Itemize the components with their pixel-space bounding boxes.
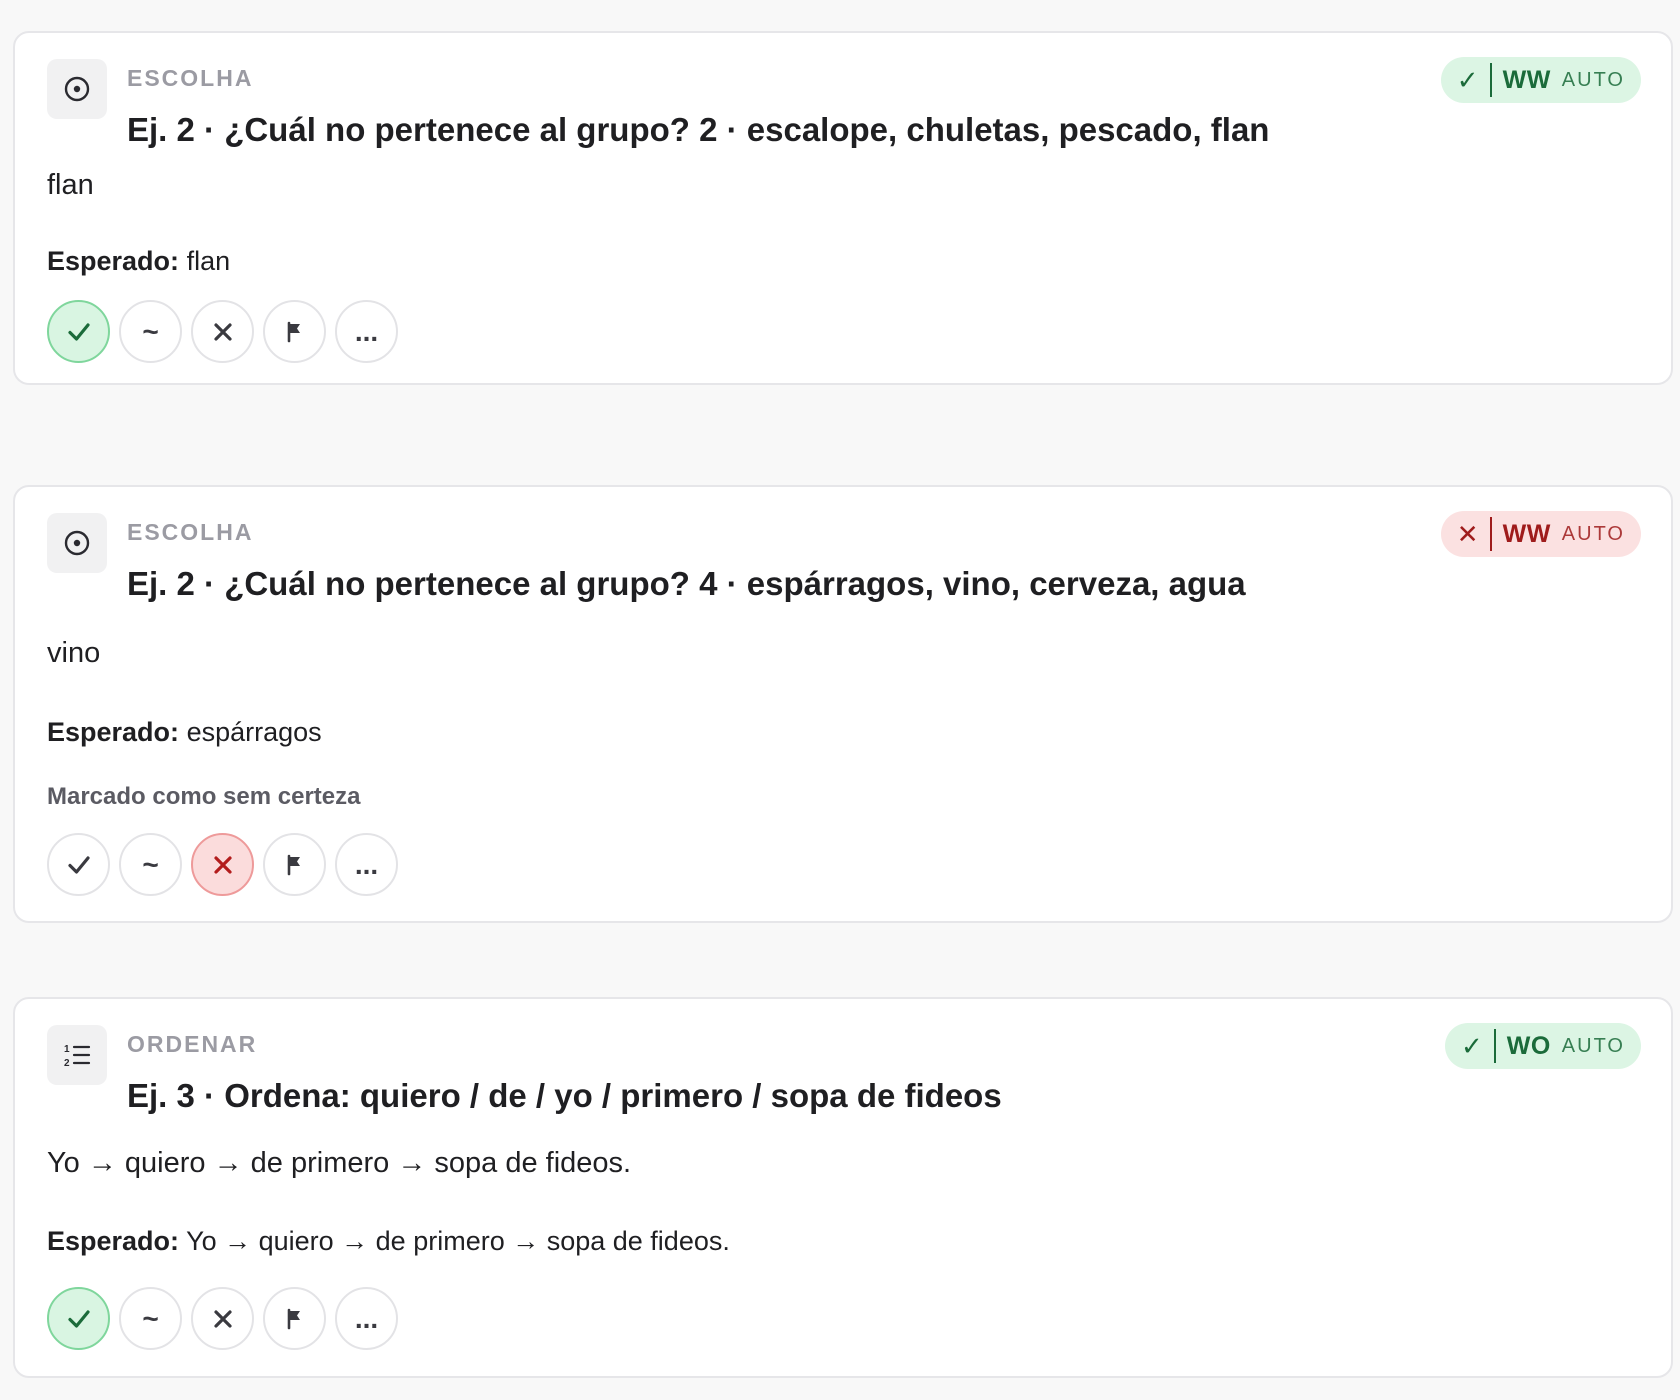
ellipsis-icon: ...	[354, 848, 379, 880]
badge-code: WW	[1502, 65, 1551, 94]
mark-partial-button[interactable]: ~	[119, 833, 182, 896]
more-options-button[interactable]: ...	[335, 833, 398, 896]
grading-actions: ~ ...	[47, 300, 398, 363]
badge-divider	[1489, 63, 1492, 97]
student-answer: flan	[47, 169, 94, 201]
ordered-list-icon: 1 2	[47, 1025, 107, 1085]
auto-grade-badge: ✓ WW AUTO	[1440, 57, 1641, 103]
question-card: ESCOLHA Ej. 2 · ¿Cuál no pertenece al gr…	[13, 485, 1673, 923]
expected-value: flan	[186, 246, 231, 276]
flag-button[interactable]	[263, 300, 326, 363]
question-title: Ej. 2 · ¿Cuál no pertenece al grupo? 2 ·…	[127, 111, 1270, 148]
tilde-icon: ~	[142, 848, 159, 880]
badge-auto-label: AUTO	[1561, 522, 1625, 545]
expected-value: espárragos	[186, 717, 322, 747]
mark-wrong-button[interactable]	[191, 833, 254, 896]
more-options-button[interactable]: ...	[335, 300, 398, 363]
badge-auto-label: AUTO	[1561, 1034, 1625, 1057]
mark-correct-button[interactable]	[47, 300, 110, 363]
question-title: Ej. 3 · Ordena: quiero / de / yo / prime…	[127, 1077, 1002, 1114]
expected-answer: Esperado: Yo → quiero → de primero → sop…	[47, 1226, 730, 1257]
check-icon	[67, 322, 90, 341]
mark-wrong-button[interactable]	[191, 300, 254, 363]
svg-text:2: 2	[64, 1058, 70, 1069]
expected-label: Esperado:	[47, 717, 180, 747]
mark-partial-button[interactable]: ~	[119, 300, 182, 363]
expected-label: Esperado:	[47, 246, 180, 276]
expected-answer: Esperado: espárragos	[47, 717, 322, 748]
mark-correct-button[interactable]	[47, 833, 110, 896]
check-icon: ✓	[1456, 64, 1479, 95]
close-icon	[213, 1309, 232, 1328]
grading-actions: ~ ...	[47, 833, 398, 896]
question-type-label: ESCOLHA	[127, 65, 254, 91]
auto-grade-badge: ✓ WO AUTO	[1444, 1023, 1641, 1069]
question-type-label: ORDENAR	[127, 1031, 258, 1057]
grading-actions: ~ ...	[47, 1287, 398, 1350]
mark-wrong-button[interactable]	[191, 1287, 254, 1350]
flag-icon	[287, 1308, 300, 1329]
question-type-label: ESCOLHA	[127, 519, 254, 545]
ellipsis-icon: ...	[354, 315, 379, 347]
close-icon	[213, 322, 232, 341]
uncertain-note: Marcado como sem certeza	[47, 783, 361, 810]
close-icon	[213, 855, 232, 874]
expected-value: Yo → quiero → de primero → sopa de fideo…	[186, 1226, 730, 1256]
flag-icon	[287, 321, 300, 342]
auto-grade-badge: ✕ WW AUTO	[1440, 511, 1641, 557]
close-icon: ✕	[1456, 518, 1479, 549]
flag-icon	[287, 854, 300, 875]
student-answer: vino	[47, 637, 101, 669]
tilde-icon: ~	[142, 315, 159, 347]
mark-correct-button[interactable]	[47, 1287, 110, 1350]
question-card: ESCOLHA Ej. 2 · ¿Cuál no pertenece al gr…	[13, 31, 1673, 385]
expected-answer: Esperado: flan	[47, 246, 230, 277]
check-icon: ✓	[1460, 1030, 1483, 1061]
flag-button[interactable]	[263, 1287, 326, 1350]
flag-button[interactable]	[263, 833, 326, 896]
radio-target-icon	[47, 513, 107, 573]
question-card: 1 2 ORDENAR Ej. 3 · Ordena: quiero / de …	[13, 997, 1673, 1378]
svg-text:1: 1	[64, 1044, 70, 1055]
more-options-button[interactable]: ...	[335, 1287, 398, 1350]
question-title: Ej. 2 · ¿Cuál no pertenece al grupo? 4 ·…	[127, 565, 1246, 602]
radio-target-icon	[47, 59, 107, 119]
badge-code: WO	[1506, 1031, 1551, 1060]
tilde-icon: ~	[142, 1302, 159, 1334]
badge-code: WW	[1502, 519, 1551, 548]
badge-divider	[1493, 1029, 1496, 1063]
expected-label: Esperado:	[47, 1226, 180, 1256]
badge-divider	[1489, 517, 1492, 551]
mark-partial-button[interactable]: ~	[119, 1287, 182, 1350]
check-icon	[67, 855, 90, 874]
check-icon	[67, 1309, 90, 1328]
badge-auto-label: AUTO	[1561, 68, 1625, 91]
ellipsis-icon: ...	[354, 1302, 379, 1334]
student-answer: Yo → quiero → de primero → sopa de fideo…	[47, 1147, 632, 1179]
